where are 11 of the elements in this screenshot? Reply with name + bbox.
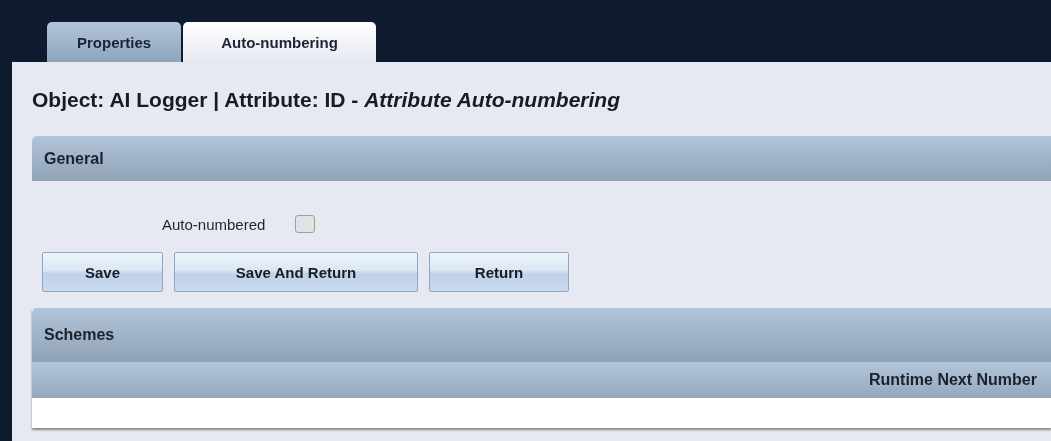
page-heading: Object: AI Logger | Attribute: ID - Attribute Auto-numbering <box>32 88 621 112</box>
section-header: Schemes <box>32 308 1051 362</box>
action-button[interactable]: Save And Return <box>174 252 418 292</box>
section-header: General <box>32 136 1051 181</box>
field-label: Auto-numbered <box>162 215 266 233</box>
tab[interactable]: Properties <box>47 22 182 62</box>
column-header: Runtime Next Number <box>868 371 1038 389</box>
action-button[interactable]: Return <box>429 252 569 292</box>
checkbox[interactable] <box>295 215 316 233</box>
tab[interactable]: Auto-numbering <box>183 22 376 62</box>
action-button[interactable]: Save <box>42 252 163 292</box>
